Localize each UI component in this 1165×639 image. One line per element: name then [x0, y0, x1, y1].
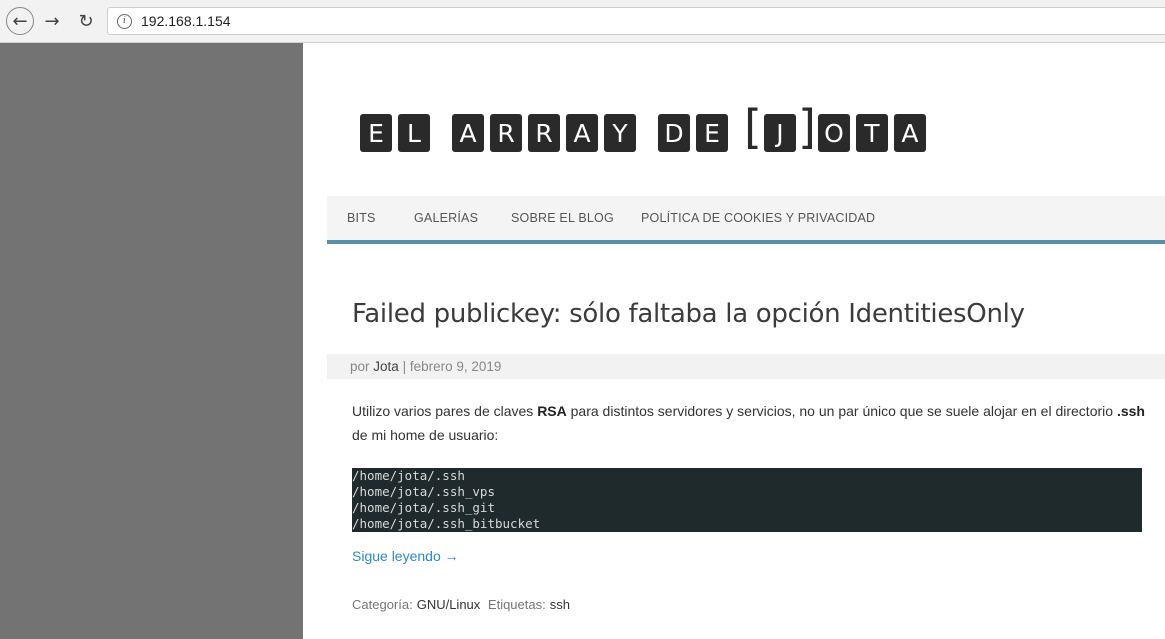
logo-tile: E: [696, 114, 728, 152]
menu-item-galerias[interactable]: GALERÍAS: [414, 211, 478, 225]
post-title[interactable]: Failed publickey: sólo faltaba la opción…: [352, 299, 1025, 329]
logo-bracket-open: [: [744, 100, 762, 154]
code-line: /home/jota/.ssh_vps: [352, 484, 495, 499]
code-line: /home/jota/.ssh_git: [352, 500, 495, 515]
forward-button[interactable]: →: [38, 7, 66, 35]
logo-tile: Y: [604, 114, 636, 152]
code-block: /home/jota/.ssh /home/jota/.ssh_vps /hom…: [352, 468, 1142, 532]
read-more-link[interactable]: Sigue leyendo →: [352, 548, 459, 564]
para-bold-rsa: RSA: [537, 403, 567, 419]
code-line: /home/jota/.ssh_bitbucket: [352, 516, 541, 531]
address-bar[interactable]: i 192.168.1.154: [107, 7, 1165, 35]
logo-tile: O: [817, 114, 850, 152]
code-line: /home/jota/.ssh: [352, 468, 465, 483]
main-menu: BITS GALERÍAS SOBRE EL BLOG POLÍTICA DE …: [327, 196, 1165, 244]
logo-tile: R: [490, 114, 522, 152]
url-text[interactable]: 192.168.1.154: [141, 13, 231, 29]
meta-date[interactable]: febrero 9, 2019: [410, 359, 502, 374]
category-link[interactable]: GNU/Linux: [417, 597, 481, 612]
logo-tile: A: [566, 114, 598, 152]
logo-bracket-close: ]: [797, 100, 816, 154]
logo-tile: T: [855, 114, 888, 152]
logo-tile: A: [452, 114, 484, 152]
post-paragraph: Utilizo varios pares de claves RSA para …: [352, 399, 1152, 447]
info-icon[interactable]: i: [117, 14, 132, 29]
meta-author-link[interactable]: Jota: [373, 359, 399, 374]
post-footer-meta: Categoría: GNU/Linux Etiquetas: ssh: [352, 597, 574, 612]
para-text: Utilizo varios pares de claves: [352, 403, 538, 419]
site-logo[interactable]: E L A R R A Y D E [ J ] O T A: [360, 104, 932, 154]
tags-label: Etiquetas:: [487, 597, 546, 612]
logo-tile: R: [528, 114, 560, 152]
para-text: para distintos servidores y servicios, n…: [566, 403, 1117, 419]
category-label: Categoría:: [352, 597, 413, 612]
post-meta: por Jota | febrero 9, 2019: [327, 354, 1165, 379]
menu-item-bits[interactable]: BITS: [347, 211, 376, 225]
browser-toolbar: ← → ↻ i 192.168.1.154: [0, 0, 1165, 43]
page-background-left: [0, 43, 303, 639]
tag-link[interactable]: ssh: [550, 597, 570, 612]
reload-icon: ↻: [78, 10, 94, 32]
menu-item-sobre-el-blog[interactable]: SOBRE EL BLOG: [511, 211, 614, 225]
para-text: de mi home de usuario:: [352, 427, 499, 443]
logo-tile: A: [893, 114, 926, 152]
para-bold-ssh: .ssh: [1116, 403, 1145, 419]
back-button[interactable]: ←: [6, 7, 34, 35]
page-content: E L A R R A Y D E [ J ] O T A BITS GALER…: [303, 43, 1165, 639]
logo-tile: L: [398, 114, 430, 152]
meta-by: por: [350, 359, 370, 374]
logo-tile: J: [763, 114, 796, 152]
logo-tile: E: [360, 114, 392, 152]
arrow-left-icon: ←: [12, 10, 28, 32]
arrow-right-icon: →: [44, 10, 60, 32]
logo-tile: D: [658, 114, 690, 152]
menu-item-politica[interactable]: POLÍTICA DE COOKIES Y PRIVACIDAD: [641, 211, 875, 225]
meta-separator: |: [402, 359, 407, 374]
reload-button[interactable]: ↻: [72, 7, 100, 35]
